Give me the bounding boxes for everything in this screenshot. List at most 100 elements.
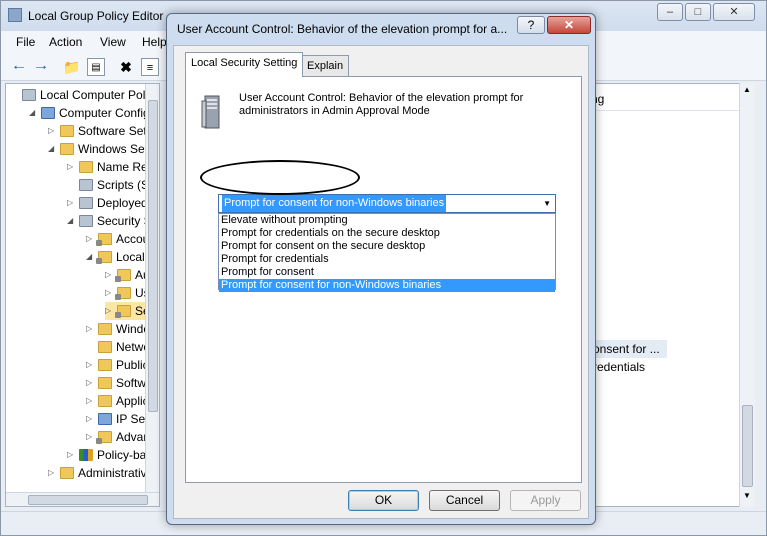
folder-icon: [98, 323, 112, 335]
tree-horizontal-scrollbar[interactable]: [6, 492, 159, 506]
tree-collapsed-arrow-icon[interactable]: ▷: [86, 320, 96, 338]
tree-item[interactable]: ▷ Name Res: [67, 158, 154, 176]
tree-item-label: Windows Sett: [78, 142, 152, 156]
tab-explain[interactable]: Explain: [301, 55, 350, 77]
elevation-behavior-select[interactable]: Prompt for consent for non-Windows binar…: [218, 194, 556, 213]
dropdown-arrow-icon[interactable]: ▼: [543, 195, 551, 212]
computer-icon: [41, 107, 55, 119]
help-button[interactable]: ?: [517, 16, 545, 34]
tree-expanded-arrow-icon[interactable]: ◢: [67, 212, 77, 230]
cancel-button[interactable]: Cancel: [429, 490, 500, 511]
lock-folder-icon: [96, 251, 112, 264]
script-icon: [79, 179, 93, 191]
tree-collapsed-arrow-icon[interactable]: ▷: [105, 266, 115, 284]
lock-folder-icon: [96, 431, 112, 444]
dropdown-option[interactable]: Prompt for consent: [219, 266, 555, 279]
tab-panel: User Account Control: Behavior of the el…: [185, 76, 582, 483]
scroll-up-icon[interactable]: ▲: [743, 85, 751, 94]
tree-item-label: Administrative: [78, 466, 154, 480]
tree-collapsed-arrow-icon[interactable]: ▷: [86, 230, 96, 248]
menu-help[interactable]: Help: [142, 35, 167, 49]
dropdown-option[interactable]: Prompt for consent for non-Windows binar…: [219, 279, 555, 292]
dialog-close-button[interactable]: ✕: [547, 16, 591, 34]
tree-item[interactable]: ▷ Au: [105, 266, 150, 284]
tree-item[interactable]: ▷ Applic: [86, 392, 149, 410]
dropdown-option[interactable]: Prompt for consent on the secure desktop: [219, 240, 555, 253]
tree-item-label: Computer Config: [59, 106, 150, 120]
tree-collapsed-arrow-icon[interactable]: ▷: [48, 464, 58, 482]
tree-item[interactable]: Netwo: [86, 338, 150, 356]
server-policy-icon: [201, 95, 220, 129]
forward-arrow-icon[interactable]: 🠂: [32, 58, 50, 76]
folder-icon: [60, 143, 74, 155]
scroll-down-icon[interactable]: ▼: [743, 491, 751, 500]
tree-expanded-arrow-icon[interactable]: ◢: [29, 104, 39, 122]
tree-collapsed-arrow-icon[interactable]: ▷: [67, 194, 77, 212]
uac-policy-dialog: User Account Control: Behavior of the el…: [166, 13, 596, 525]
dropdown-option[interactable]: Prompt for credentials on the secure des…: [219, 227, 555, 240]
tree-pane: Local Computer Polic ◢ Computer Config ▷ Sof…: [5, 83, 160, 507]
up-folder-icon[interactable]: 📁: [63, 58, 81, 76]
folder-icon: [98, 395, 112, 407]
list-column-header[interactable]: ng: [591, 89, 739, 111]
list-item[interactable]: redentials: [591, 358, 645, 376]
tree-item[interactable]: ▷ Public: [86, 356, 149, 374]
policy-editor-icon: [8, 8, 22, 22]
policy-description: User Account Control: Behavior of the el…: [239, 92, 524, 117]
dialog-body: Local Security Setting Explain User Acco…: [173, 45, 589, 519]
tree-item[interactable]: ◢ Computer Config: [29, 104, 150, 122]
dropdown-option[interactable]: Prompt for credentials: [219, 253, 555, 266]
tree-collapsed-arrow-icon[interactable]: ▷: [86, 428, 96, 446]
tree-hscroll-thumb[interactable]: [28, 495, 148, 505]
tree-collapsed-arrow-icon[interactable]: ▷: [86, 410, 96, 428]
back-arrow-icon[interactable]: 🠀: [10, 58, 28, 76]
minimize-icon[interactable]: –: [657, 3, 683, 21]
show-hide-tree-icon[interactable]: ▤: [87, 58, 105, 76]
dropdown-option[interactable]: Elevate without prompting: [219, 214, 555, 227]
apply-button[interactable]: Apply: [510, 490, 581, 511]
close-icon[interactable]: ✕: [713, 3, 755, 21]
tree-collapsed-arrow-icon[interactable]: ▷: [105, 284, 115, 302]
tree-collapsed-arrow-icon[interactable]: ▷: [67, 158, 77, 176]
tree-collapsed-arrow-icon[interactable]: ▷: [48, 122, 58, 140]
tree-item[interactable]: ▷ Softwa: [86, 374, 153, 392]
tree-vertical-scrollbar[interactable]: [145, 84, 159, 506]
tree-item[interactable]: ▷ Deployed: [67, 194, 148, 212]
delete-x-icon[interactable]: ✖: [117, 58, 135, 76]
lock-folder-icon: [115, 287, 131, 300]
tree-collapsed-arrow-icon[interactable]: ▷: [86, 374, 96, 392]
maximize-icon[interactable]: □: [685, 3, 711, 21]
tree-item[interactable]: ▷ Advan: [86, 428, 150, 446]
list-vertical-scrollbar[interactable]: ▲ ▼: [739, 83, 755, 507]
dialog-title: User Account Control: Behavior of the el…: [177, 22, 508, 36]
tree-item[interactable]: ▷ Windo: [86, 320, 150, 338]
folder-icon: [98, 377, 112, 389]
menu-view[interactable]: View: [100, 35, 126, 49]
tree-item[interactable]: ◢ Windows Sett: [48, 140, 151, 158]
list-scroll-thumb[interactable]: [742, 405, 753, 487]
folder-icon: [60, 125, 74, 137]
tree-scroll-thumb[interactable]: [148, 100, 158, 412]
tree-collapsed-arrow-icon[interactable]: ▷: [67, 446, 77, 464]
tree-item-label: Applic: [116, 394, 149, 408]
select-current-value: Prompt for consent for non-Windows binar…: [222, 195, 447, 212]
tree-item[interactable]: ▷ Accou: [86, 230, 149, 248]
tree-collapsed-arrow-icon[interactable]: ▷: [105, 302, 115, 320]
tree-item[interactable]: ▷ Administrative: [48, 464, 153, 482]
menu-action[interactable]: Action: [49, 35, 82, 49]
tree-collapsed-arrow-icon[interactable]: ▷: [86, 356, 96, 374]
ok-button[interactable]: OK: [348, 490, 419, 511]
tree-item[interactable]: Local Computer Polic: [10, 86, 154, 104]
tab-local-security-setting[interactable]: Local Security Setting: [185, 52, 304, 77]
tree-collapsed-arrow-icon[interactable]: ▷: [86, 392, 96, 410]
security-icon: [79, 215, 93, 227]
tree-item[interactable]: ▷ Policy-bas: [67, 446, 152, 464]
tree-expanded-arrow-icon[interactable]: ◢: [48, 140, 58, 158]
properties-icon[interactable]: ≡: [141, 58, 159, 76]
tree-item[interactable]: ▷ Software Setti: [48, 122, 153, 140]
tree-expanded-arrow-icon[interactable]: ◢: [86, 248, 96, 266]
folder-icon: [98, 341, 112, 353]
list-item[interactable]: onsent for ...: [591, 340, 667, 358]
lock-folder-icon: [96, 233, 112, 246]
menu-file[interactable]: File: [16, 35, 35, 49]
